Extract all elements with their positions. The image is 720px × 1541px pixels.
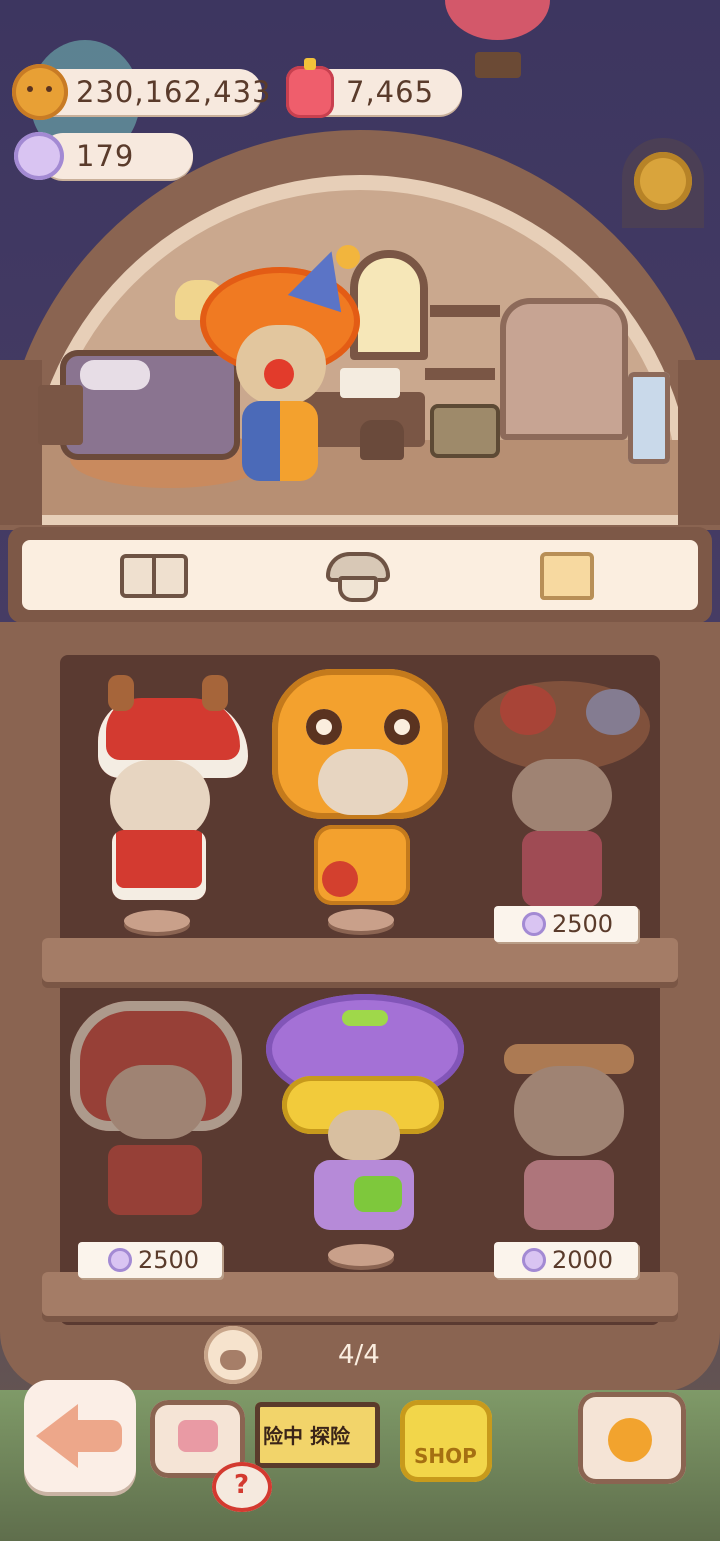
tiger-eye-left (306, 709, 342, 745)
stool (360, 420, 404, 460)
price-value: 2500 (138, 1246, 200, 1274)
shelf-plank-bottom (42, 1272, 678, 1316)
costume-face-blank (110, 760, 210, 840)
costume-slot-2[interactable] (268, 665, 458, 940)
nightstand (38, 385, 83, 445)
clown-nose (264, 359, 294, 389)
help-bubble[interactable]: ? (212, 1462, 272, 1512)
wardrobe (500, 298, 628, 440)
wall-shelf-2 (425, 368, 495, 380)
jelly-icon (286, 58, 334, 118)
house-base (338, 576, 378, 602)
treasure-chest (430, 404, 500, 458)
costume-slot-6[interactable] (494, 1040, 644, 1240)
green-slime-decor (342, 1010, 388, 1026)
santa-coat (112, 830, 206, 900)
candy-icon (108, 1248, 132, 1272)
tab-wardrobe[interactable] (536, 548, 598, 604)
shop-label: SHOP (414, 1444, 477, 1468)
costume-slot-1[interactable] (90, 670, 260, 940)
magical-dress (524, 1160, 614, 1230)
adventure-sign[interactable]: 险中 探险 (255, 1402, 380, 1468)
book-spine (152, 558, 156, 596)
arrow-left-shaft (74, 1420, 122, 1452)
reindeer-antler-right (202, 675, 228, 711)
candy-icon (14, 132, 64, 180)
shirt-icon (540, 552, 594, 600)
settings-button[interactable] (622, 138, 704, 228)
character-face (328, 1110, 400, 1160)
costume-face-blank (512, 759, 612, 833)
costume-slot-4[interactable] (66, 995, 246, 1245)
paw-pad (220, 1350, 246, 1370)
adventure-sign-text: 险中 探险 (263, 1424, 350, 1448)
side-pillar-left (0, 360, 42, 525)
question-mark-icon: ? (234, 1470, 250, 1500)
costume-face-blank (514, 1066, 624, 1156)
character-clown[interactable] (200, 242, 360, 485)
hat-pompom (336, 245, 360, 269)
price-value: 2500 (552, 910, 614, 938)
cookie-count: 230,162,433 (76, 75, 272, 109)
back-button[interactable] (24, 1380, 136, 1492)
pillow (80, 360, 150, 390)
tab-house[interactable] (326, 548, 390, 606)
flower-red (500, 685, 556, 735)
tiger-eye-right (384, 709, 420, 745)
paw-icon[interactable] (204, 1326, 262, 1384)
price-value: 2000 (552, 1246, 614, 1274)
pedestal (124, 910, 190, 932)
side-pillar-right (678, 360, 720, 525)
costume-slot-5[interactable] (262, 990, 468, 1275)
costume-slot-3[interactable] (466, 675, 656, 935)
green-bag (354, 1176, 402, 1212)
costume-face-blank (318, 749, 408, 815)
floral-dress (522, 831, 602, 907)
wall-shelf (430, 305, 500, 317)
jelly-count: 7,465 (346, 75, 435, 109)
pedestal (328, 909, 394, 931)
alarm-clock-icon (608, 1418, 652, 1462)
window (350, 250, 428, 360)
price-tag-3[interactable]: 2500 (494, 906, 638, 942)
candy-count: 179 (76, 139, 135, 173)
heart-letter-icon (178, 1420, 218, 1452)
shelf-plank-top (42, 938, 678, 982)
butterfly-clip (586, 689, 640, 735)
tiger-drum-bag (322, 861, 358, 897)
costume-face-blank (106, 1065, 206, 1139)
alarm-clock-button[interactable] (578, 1392, 686, 1484)
shop-button[interactable]: SHOP (400, 1400, 492, 1482)
mirror (628, 372, 670, 464)
price-tag-4[interactable]: 2500 (78, 1242, 222, 1278)
red-coat (108, 1145, 202, 1215)
candy-icon (522, 912, 546, 936)
gear-icon (634, 152, 692, 210)
balloon-basket (475, 52, 521, 78)
page-indicator: 4/4 (338, 1340, 380, 1370)
clown-suit (242, 401, 318, 481)
price-tag-6[interactable]: 2000 (494, 1242, 638, 1278)
arrow-left-icon (36, 1404, 78, 1468)
cookie-icon (12, 64, 68, 120)
tab-book[interactable] (118, 548, 190, 604)
candy-icon (522, 1248, 546, 1272)
reindeer-antler-left (108, 675, 134, 711)
pedestal (328, 1244, 394, 1266)
